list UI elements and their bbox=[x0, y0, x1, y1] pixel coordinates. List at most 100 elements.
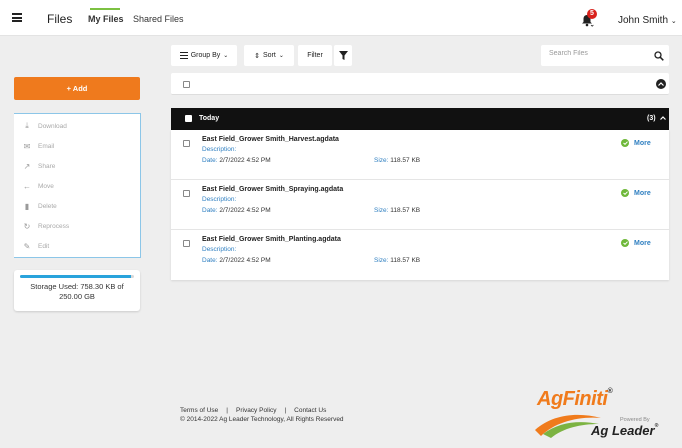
menu-icon[interactable] bbox=[12, 13, 22, 22]
file-name: East Field_Grower Smith_Spraying.agdata bbox=[202, 186, 344, 193]
file-date: Date: 2/7/2022 4:52 PM bbox=[202, 207, 271, 214]
group-count-value: (3) bbox=[647, 115, 656, 122]
file-size-label: Size: bbox=[374, 207, 389, 214]
delete-icon: ▮ bbox=[24, 201, 30, 211]
file-size: Size: 118.57 KB bbox=[374, 207, 420, 214]
logo-company-text: Ag Leader bbox=[591, 423, 655, 438]
move-icon: ← bbox=[23, 181, 31, 191]
group-select-checkbox[interactable] bbox=[185, 115, 192, 122]
filter-funnel-button[interactable] bbox=[334, 45, 352, 66]
storage-progress-fill bbox=[20, 275, 131, 278]
action-download[interactable]: ⤓ Download bbox=[22, 120, 67, 132]
app-title: Files bbox=[47, 12, 73, 26]
file-date-label: Date: bbox=[202, 207, 218, 214]
group-header-today[interactable]: Today (3) bbox=[171, 108, 669, 130]
share-icon: ↗ bbox=[23, 161, 31, 171]
file-size: Size: 118.57 KB bbox=[374, 157, 420, 164]
chevron-up-icon bbox=[658, 82, 664, 86]
file-list: East Field_Grower Smith_Harvest.agdata D… bbox=[171, 130, 669, 280]
file-name: East Field_Grower Smith_Planting.agdata bbox=[202, 236, 341, 243]
file-size-value: 118.57 KB bbox=[390, 257, 421, 264]
more-button[interactable]: More bbox=[621, 189, 651, 197]
check-circle-icon bbox=[621, 139, 629, 147]
footer-links: Terms of Use | Privacy Policy | Contact Us bbox=[180, 406, 344, 415]
sort-button[interactable]: ⇕ Sort ⌄ bbox=[244, 45, 294, 66]
logo-brand: AgFiniti® bbox=[537, 388, 613, 410]
collapse-all-button[interactable] bbox=[656, 79, 666, 89]
user-menu[interactable]: John Smith ⌄ bbox=[618, 15, 677, 26]
file-checkbox[interactable] bbox=[183, 140, 190, 147]
select-all-checkbox[interactable] bbox=[183, 81, 190, 88]
tab-shared-files[interactable]: Shared Files bbox=[133, 14, 184, 24]
action-label: Move bbox=[38, 182, 54, 190]
action-edit[interactable]: ✎ Edit bbox=[22, 240, 50, 252]
contact-link[interactable]: Contact Us bbox=[294, 407, 326, 414]
action-move[interactable]: ← Move bbox=[22, 180, 54, 192]
email-icon: ✉ bbox=[23, 141, 31, 151]
edit-icon: ✎ bbox=[23, 241, 31, 251]
chevron-up-icon bbox=[659, 116, 666, 120]
filter-button[interactable]: Filter bbox=[298, 45, 332, 66]
more-button[interactable]: More bbox=[621, 139, 651, 147]
file-name: East Field_Grower Smith_Harvest.agdata bbox=[202, 136, 339, 143]
group-by-button[interactable]: Group By ⌄ bbox=[171, 45, 237, 66]
file-size-value: 118.57 KB bbox=[390, 157, 421, 164]
file-date-value: 2/7/2022 4:52 PM bbox=[219, 157, 271, 164]
action-share[interactable]: ↗ Share bbox=[22, 160, 56, 172]
action-email[interactable]: ✉ Email bbox=[22, 140, 55, 152]
file-date-label: Date: bbox=[202, 257, 218, 264]
file-row[interactable]: East Field_Grower Smith_Spraying.agdata … bbox=[171, 180, 669, 230]
search-input[interactable] bbox=[549, 50, 639, 57]
select-all-row bbox=[171, 73, 669, 95]
logo-brand-text: AgFiniti bbox=[537, 388, 608, 410]
group-by-icon bbox=[179, 52, 188, 59]
file-row[interactable]: East Field_Grower Smith_Planting.agdata … bbox=[171, 230, 669, 280]
file-date-label: Date: bbox=[202, 157, 218, 164]
filter-label: Filter bbox=[307, 52, 323, 59]
action-label: Edit bbox=[38, 242, 50, 250]
download-icon: ⤓ bbox=[25, 121, 29, 130]
check-circle-icon bbox=[621, 189, 629, 197]
copyright: © 2014-2022 Ag Leader Technology, All Ri… bbox=[180, 416, 344, 423]
tab-my-files[interactable]: My Files bbox=[88, 14, 124, 24]
file-checkbox[interactable] bbox=[183, 240, 190, 247]
action-label: Download bbox=[38, 122, 67, 130]
file-description-label: Description: bbox=[202, 146, 237, 153]
logo-company: Ag Leader® bbox=[591, 423, 659, 438]
file-size-label: Size: bbox=[374, 157, 389, 164]
file-actions-panel: ⤓ Download ✉ Email ↗ Share ← Move ▮ Dele… bbox=[14, 113, 141, 258]
chevron-down-icon: ⌄ bbox=[278, 53, 284, 59]
action-delete[interactable]: ▮ Delete bbox=[22, 200, 57, 212]
action-reprocess[interactable]: ↻ Reprocess bbox=[22, 220, 69, 232]
more-button[interactable]: More bbox=[621, 239, 651, 247]
file-date: Date: 2/7/2022 4:52 PM bbox=[202, 257, 271, 264]
action-label: Delete bbox=[38, 202, 57, 210]
terms-link[interactable]: Terms of Use bbox=[180, 407, 218, 414]
funnel-icon bbox=[338, 51, 348, 60]
action-label: Reprocess bbox=[38, 222, 70, 230]
more-label: More bbox=[634, 239, 651, 247]
active-tab-indicator bbox=[90, 8, 120, 10]
search-icon[interactable] bbox=[654, 51, 664, 61]
file-checkbox[interactable] bbox=[183, 190, 190, 197]
add-button[interactable]: + Add bbox=[14, 77, 140, 100]
storage-progress-bar bbox=[20, 275, 134, 278]
footer-separator: | bbox=[284, 407, 287, 414]
search-box bbox=[541, 45, 669, 66]
privacy-link[interactable]: Privacy Policy bbox=[236, 407, 276, 414]
agfiniti-logo: AgFiniti® Powered By Ag Leader® bbox=[533, 388, 667, 440]
chevron-down-icon: ⌄ bbox=[223, 53, 229, 59]
more-label: More bbox=[634, 139, 651, 147]
footer: Terms of Use | Privacy Policy | Contact Us ©… bbox=[180, 406, 344, 424]
check-circle-icon bbox=[621, 239, 629, 247]
file-size-label: Size: bbox=[374, 257, 389, 264]
chevron-down-icon: ⌄ bbox=[670, 18, 677, 25]
storage-used-text: Storage Used: 758.30 KB of 250.00 GB bbox=[30, 282, 124, 301]
file-date-value: 2/7/2022 4:52 PM bbox=[219, 207, 271, 214]
file-row[interactable]: East Field_Grower Smith_Harvest.agdata D… bbox=[171, 130, 669, 180]
reprocess-icon: ↻ bbox=[23, 221, 31, 231]
sort-label: Sort bbox=[263, 52, 276, 59]
footer-separator: | bbox=[226, 407, 228, 414]
user-name: John Smith bbox=[618, 15, 669, 26]
add-label: + Add bbox=[66, 84, 88, 93]
